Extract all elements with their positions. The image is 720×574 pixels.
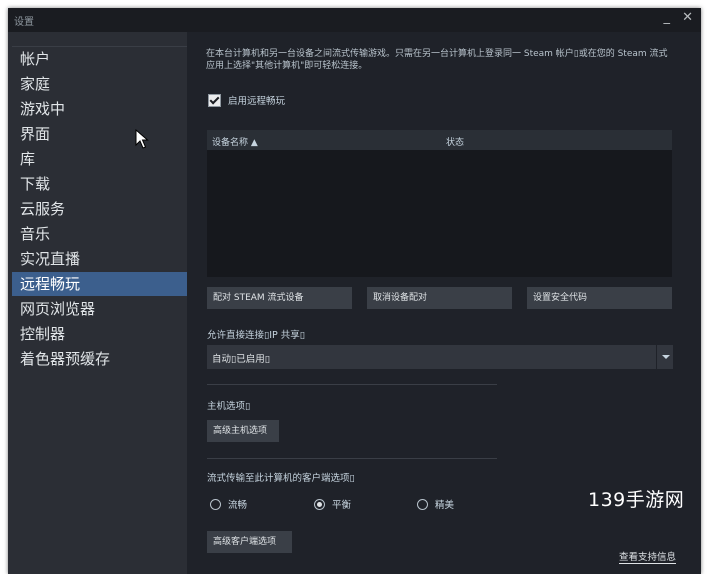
view-support-info-link[interactable]: 查看支持信息 xyxy=(619,552,677,564)
device-table-header: 设备名称 ▲ 状态 xyxy=(207,130,672,150)
radio-label: 精美 xyxy=(435,500,455,511)
sidebar-item-web-browser[interactable]: 网页浏览器 xyxy=(12,297,187,321)
sidebar-item-remote-play[interactable]: 远程畅玩 xyxy=(12,272,187,296)
sidebar-item-interface[interactable]: 界面 xyxy=(12,122,187,146)
client-options-label: 流式传输至此计算机的客户端选项▯ xyxy=(207,473,355,484)
pair-steam-device-button[interactable]: 配对 STEAM 流式设备 xyxy=(207,287,352,309)
divider xyxy=(207,458,497,459)
sidebar-item-music[interactable]: 音乐 xyxy=(12,222,187,246)
sidebar-item-downloads[interactable]: 下载 xyxy=(12,172,187,196)
chevron-down-icon[interactable] xyxy=(656,345,673,369)
device-table: 设备名称 ▲ 状态 xyxy=(207,130,672,277)
remote-play-description: 在本台计算机和另一台设备之间流式传输游戏。只需在另一台计算机上登录同一 Stea… xyxy=(206,49,668,71)
mouse-pointer-icon xyxy=(135,129,149,149)
settings-sidebar: 帐户 家庭 游戏中 界面 库 下载 云服务 音乐 实况直播 远程畅玩 网页浏览器… xyxy=(8,32,187,574)
direct-connection-label: 允许直接连接▯IP 共享▯ xyxy=(207,330,306,341)
sidebar-item-controller[interactable]: 控制器 xyxy=(12,322,187,346)
watermark-logo: 139手游网 xyxy=(588,489,685,511)
sidebar-item-broadcasting[interactable]: 实况直播 xyxy=(12,247,187,271)
radio-button[interactable] xyxy=(417,498,428,510)
set-security-code-button[interactable]: 设置安全代码 xyxy=(527,287,672,309)
window-title: 设置 xyxy=(14,17,34,28)
close-button[interactable]: ✕ xyxy=(682,10,693,25)
divider xyxy=(207,384,497,385)
direct-connection-dropdown[interactable]: 自动▯已启用▯ xyxy=(207,345,673,369)
radio-smooth[interactable]: 流畅 xyxy=(210,497,247,511)
enable-remote-play-label: 启用远程畅玩 xyxy=(228,96,286,107)
title-bar[interactable]: 设置 _ ✕ xyxy=(8,8,701,32)
sidebar-item-account[interactable]: 帐户 xyxy=(12,47,187,71)
sidebar-item-in-game[interactable]: 游戏中 xyxy=(12,97,187,121)
radio-beautiful[interactable]: 精美 xyxy=(417,497,454,511)
column-header-status[interactable]: 状态 xyxy=(446,135,464,148)
cancel-pairing-button[interactable]: 取消设备配对 xyxy=(367,287,512,309)
enable-remote-play-row[interactable]: 启用远程畅玩 xyxy=(208,93,285,107)
minimize-button[interactable]: _ xyxy=(663,10,670,25)
radio-button[interactable] xyxy=(314,498,325,510)
enable-remote-play-checkbox[interactable] xyxy=(208,93,221,107)
sidebar-item-cloud[interactable]: 云服务 xyxy=(12,197,187,221)
host-options-label: 主机选项▯ xyxy=(207,401,251,412)
sidebar-item-library[interactable]: 库 xyxy=(12,147,187,171)
radio-button[interactable] xyxy=(210,498,221,510)
radio-label: 流畅 xyxy=(228,500,248,511)
column-header-device-name[interactable]: 设备名称 ▲ xyxy=(212,135,258,148)
advanced-client-options-button[interactable]: 高级客户端选项 xyxy=(207,531,292,553)
advanced-host-options-button[interactable]: 高级主机选项 xyxy=(207,420,279,442)
radio-balanced[interactable]: 平衡 xyxy=(314,497,351,511)
radio-label: 平衡 xyxy=(332,500,352,511)
dropdown-selected-value: 自动▯已启用▯ xyxy=(212,354,270,365)
sidebar-item-family[interactable]: 家庭 xyxy=(12,72,187,96)
sidebar-item-shader-cache[interactable]: 着色器预缓存 xyxy=(12,347,187,371)
